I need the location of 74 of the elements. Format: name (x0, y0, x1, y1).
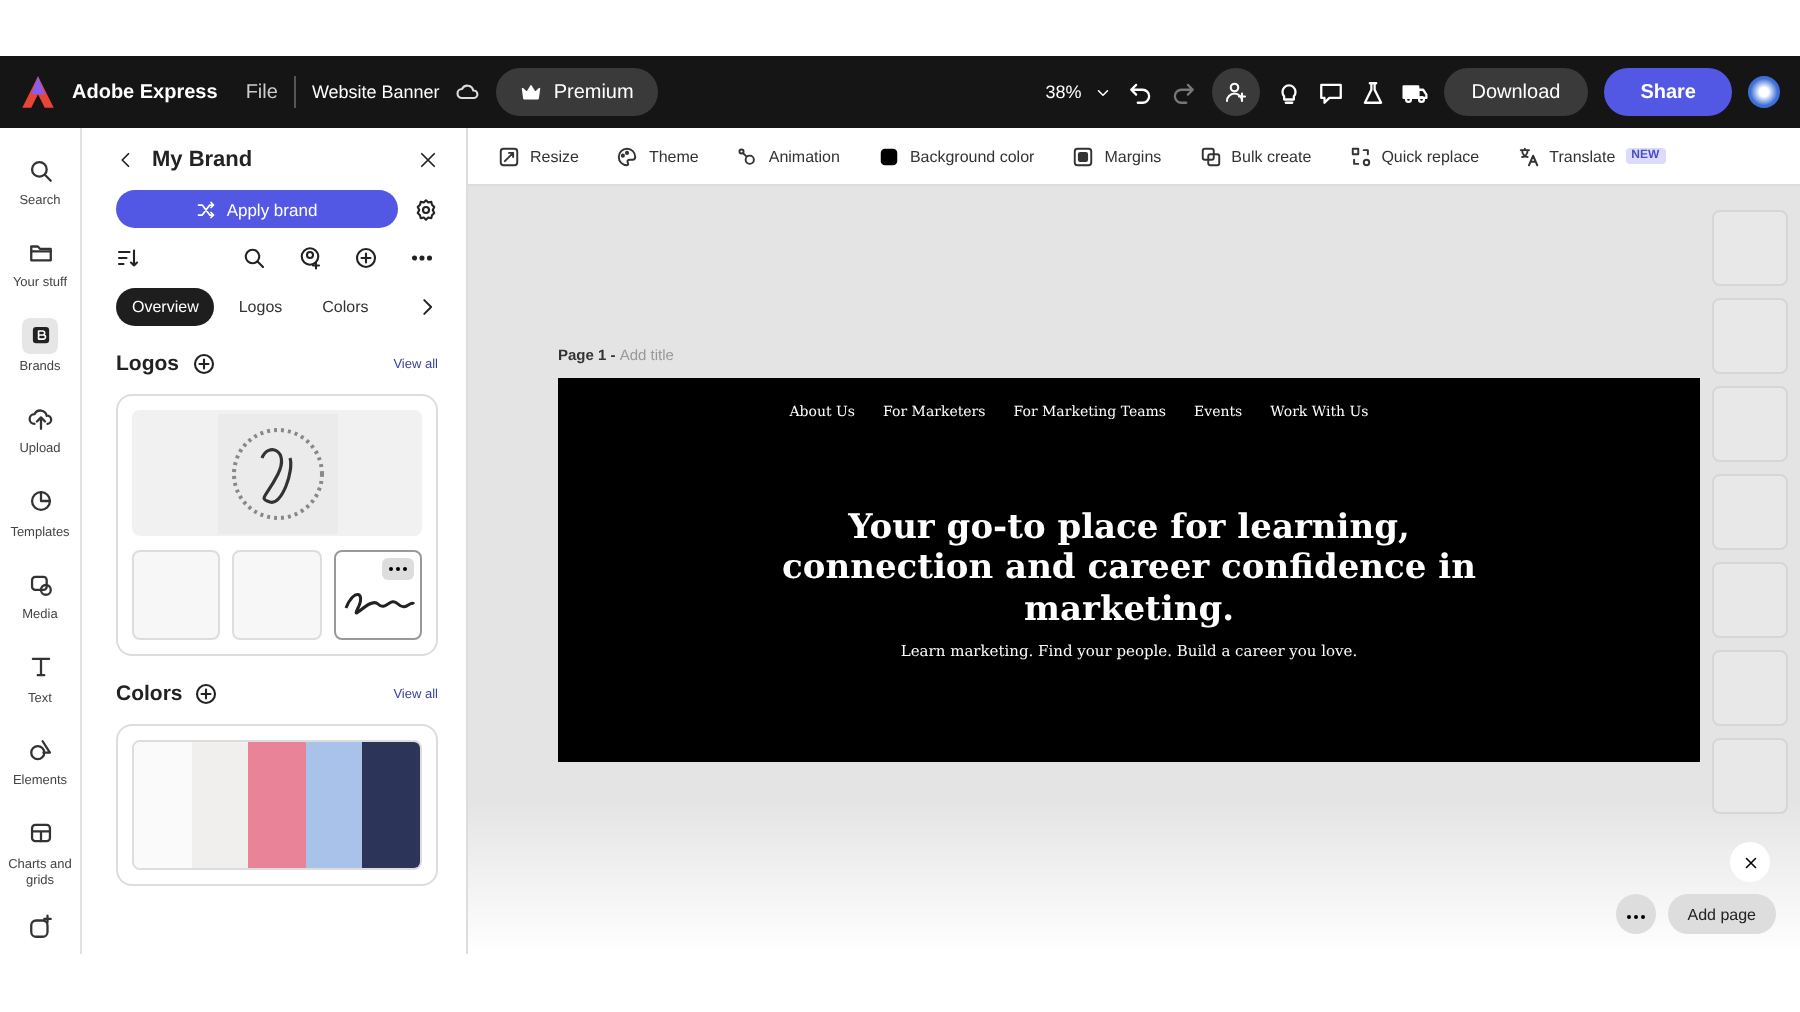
translate-icon (1517, 145, 1540, 167)
folder-icon (27, 239, 53, 266)
app-name: Adobe Express (72, 81, 218, 103)
shapes-icon (27, 737, 53, 764)
section-title: Logos (116, 352, 179, 376)
lightbulb-icon (1275, 79, 1302, 105)
table-icon (27, 820, 53, 846)
cloud-icon (455, 80, 480, 104)
toolbar-button[interactable]: Quick replace (1349, 145, 1480, 167)
undo-icon (1127, 79, 1154, 105)
panel-title: My Brand (152, 148, 255, 172)
truck-icon (1401, 79, 1428, 105)
resize-icon (498, 145, 520, 167)
copies-icon (1199, 145, 1222, 167)
color-swatch-icon (877, 145, 900, 167)
add-icon (354, 246, 378, 270)
panel-tab[interactable]: Logos (222, 288, 299, 326)
file-menu[interactable]: File (245, 81, 278, 103)
avatar[interactable] (1748, 76, 1780, 108)
swap-icon (1349, 145, 1372, 167)
invite-button[interactable] (1211, 68, 1260, 116)
toolbar-button[interactable]: Resize (498, 145, 579, 167)
palette-icon (616, 145, 639, 167)
close-button[interactable] (1730, 842, 1770, 882)
upload-icon (27, 405, 53, 432)
brand-icon (27, 322, 53, 349)
panel-tab[interactable]: Colors (306, 288, 385, 326)
app-logo[interactable] (20, 74, 56, 110)
person-add-icon (1223, 80, 1248, 104)
more-icon[interactable] (381, 558, 414, 580)
text-icon (27, 654, 53, 681)
add-icon (191, 352, 215, 376)
apply-brand-button[interactable]: Apply brand (116, 190, 398, 228)
premium-button[interactable]: Premium (495, 68, 658, 116)
toolbar-button[interactable]: Bulk create (1199, 145, 1312, 167)
add-page-button[interactable]: Add page (1667, 894, 1776, 934)
margins-icon (1072, 145, 1095, 167)
templates-icon (27, 488, 53, 515)
magic-icon (27, 914, 53, 941)
badge-add-icon (298, 246, 322, 270)
more-icon (1625, 913, 1646, 919)
redo-icon (1169, 79, 1196, 105)
color-swatch[interactable] (134, 742, 192, 868)
toolbar-button[interactable]: Theme (616, 145, 699, 167)
search-icon (27, 157, 53, 183)
animation-icon (736, 145, 759, 167)
comment-icon (1317, 79, 1344, 105)
settings-icon (414, 197, 438, 221)
add-icon (194, 682, 219, 706)
panel-tab[interactable]: Overview (116, 288, 215, 326)
color-swatch[interactable] (248, 742, 306, 868)
download-button[interactable]: Download (1443, 68, 1589, 116)
close-icon (1741, 853, 1759, 871)
flask-icon (1359, 79, 1386, 105)
search-icon (242, 246, 266, 270)
sort-icon (116, 246, 140, 270)
close-icon (418, 150, 438, 170)
toolbar-button[interactable]: Animation (736, 145, 840, 167)
logo-drawing[interactable] (217, 414, 337, 534)
toolbar-button[interactable]: Background color (877, 145, 1035, 167)
color-swatch[interactable] (305, 742, 363, 868)
media-icon (27, 571, 53, 598)
shuffle-icon (196, 199, 217, 219)
logo-thumbnail[interactable] (333, 550, 422, 640)
toolbar-button[interactable]: Margins (1072, 145, 1162, 167)
document-title[interactable]: Website Banner (311, 82, 440, 102)
section-title: Colors (116, 682, 183, 706)
color-swatch[interactable] (191, 742, 249, 868)
banner-headline: Your go-to place for learning, connection and career confidence in marketing. (780, 508, 1478, 631)
more-button[interactable] (1615, 894, 1656, 934)
share-button[interactable]: Share (1604, 68, 1732, 116)
color-swatch[interactable] (362, 742, 420, 868)
crown-icon (519, 81, 542, 103)
zoom-dropdown[interactable]: 38% (1045, 82, 1112, 102)
